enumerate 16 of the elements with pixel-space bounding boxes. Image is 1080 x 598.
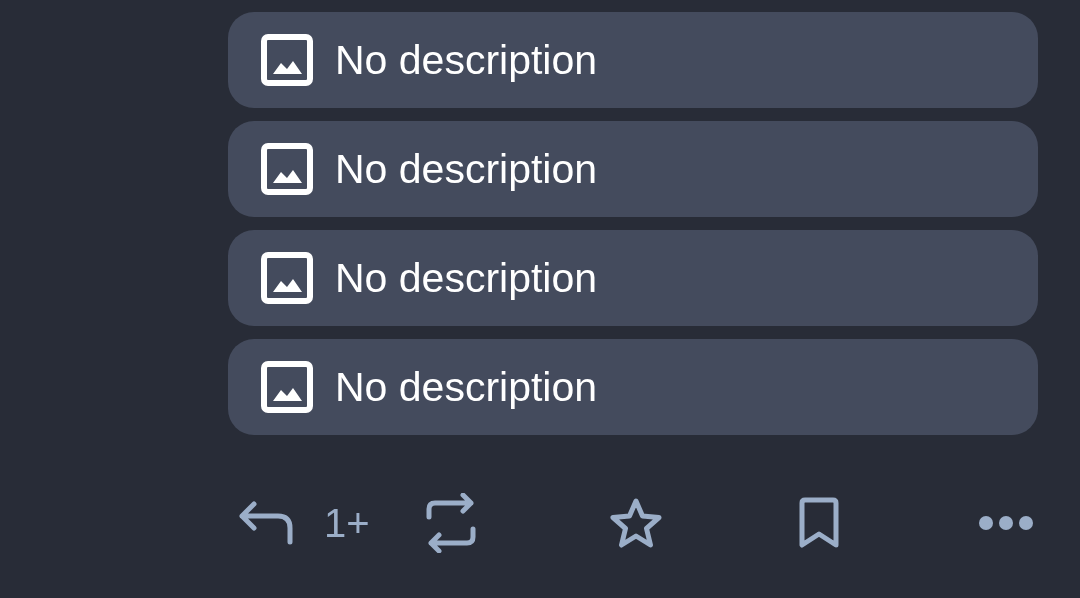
media-description-chip[interactable]: No description	[228, 121, 1038, 217]
media-description-chip[interactable]: No description	[228, 230, 1038, 326]
media-description: No description	[335, 254, 598, 302]
media-description: No description	[335, 36, 598, 84]
image-icon	[261, 252, 313, 304]
reply-count: 1+	[324, 500, 370, 546]
star-icon[interactable]	[608, 497, 664, 549]
image-icon	[261, 34, 313, 86]
media-description: No description	[335, 363, 598, 411]
bookmark-icon[interactable]	[797, 497, 841, 549]
media-description-chip[interactable]: No description	[228, 12, 1038, 108]
more-icon[interactable]	[978, 515, 1034, 531]
image-icon	[261, 361, 313, 413]
image-icon	[261, 143, 313, 195]
media-description-chip[interactable]: No description	[228, 339, 1038, 435]
media-description: No description	[335, 145, 598, 193]
